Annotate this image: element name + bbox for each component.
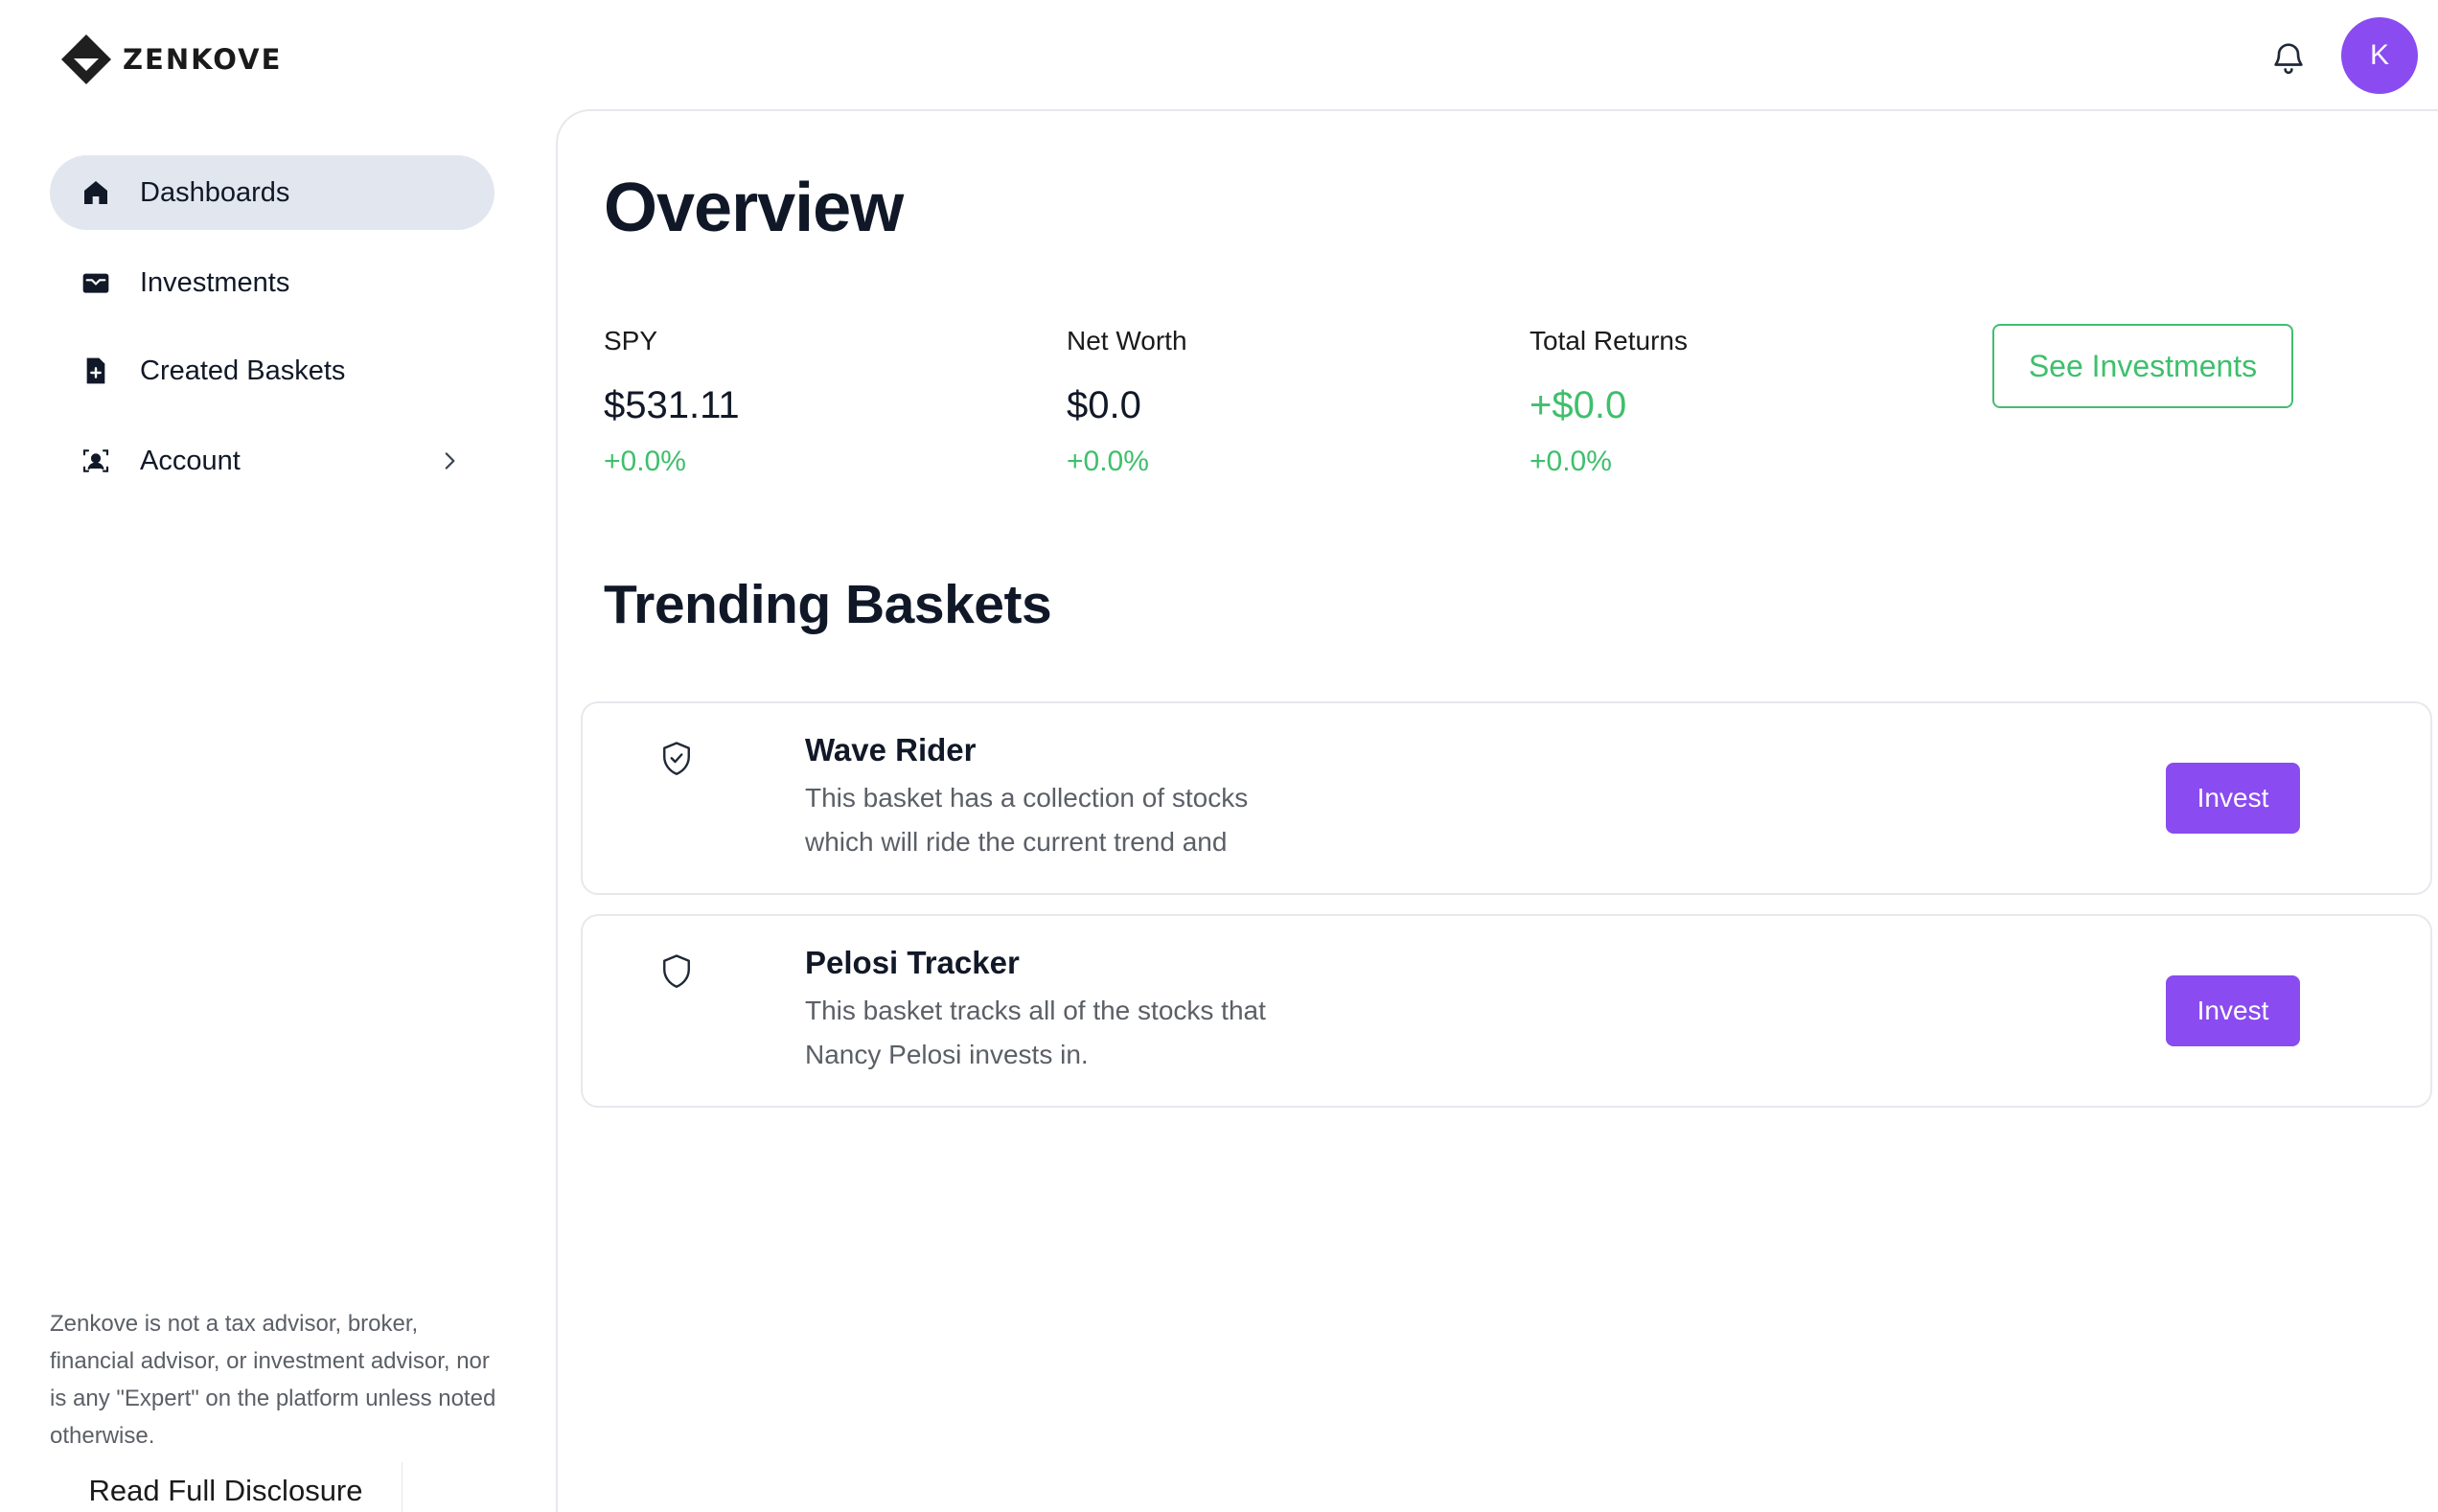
- basket-description-line: Nancy Pelosi invests in.: [805, 1040, 1089, 1069]
- stat-change: +0.0%: [604, 446, 686, 477]
- brand-name: ZENKOVE: [123, 43, 283, 76]
- basket-card-wave-rider[interactable]: Wave Rider This basket has a collection …: [581, 701, 2432, 895]
- stat-change: +0.0%: [1530, 446, 1612, 477]
- basket-description-line: This basket tracks all of the stocks tha…: [805, 996, 1266, 1025]
- notifications-button[interactable]: [2269, 38, 2308, 77]
- invest-button[interactable]: Invest: [2166, 763, 2300, 834]
- stat-net-worth: Net Worth $0.0 +0.0%: [1067, 322, 1469, 481]
- chevron-right-icon: [437, 448, 462, 473]
- basket-title: Pelosi Tracker: [805, 945, 1020, 980]
- stat-label: Total Returns: [1530, 326, 1688, 355]
- page-title: Overview: [604, 170, 904, 246]
- shield-check-icon: [659, 740, 694, 778]
- brand-logo[interactable]: ZENKOVE: [59, 33, 282, 86]
- basket-description-line: which will ride the current trend and: [805, 827, 1228, 857]
- stat-value: $531.11: [604, 384, 740, 426]
- shield-icon: [659, 952, 694, 991]
- sidebar-item-label: Investments: [140, 266, 290, 298]
- stat-spy: SPY $531.11 +0.0%: [604, 322, 1006, 481]
- invest-button[interactable]: Invest: [2166, 975, 2300, 1046]
- zenkove-logo-icon: [59, 33, 113, 86]
- stat-change: +0.0%: [1067, 446, 1149, 477]
- sidebar-item-investments[interactable]: Investments: [50, 245, 494, 320]
- stat-value: +$0.0: [1530, 384, 1627, 426]
- stat-label: Net Worth: [1067, 326, 1187, 355]
- sidebar-item-label: Created Baskets: [140, 355, 346, 386]
- stat-total-returns: Total Returns +$0.0 +0.0%: [1530, 322, 1932, 481]
- read-disclosure-button[interactable]: Read Full Disclosure: [50, 1462, 402, 1512]
- basket-title: Wave Rider: [805, 732, 977, 767]
- user-card-icon: [79, 444, 113, 478]
- user-avatar[interactable]: K: [2341, 17, 2418, 94]
- app-root: ZENKOVE K Dashboards Investments Created…: [0, 0, 2438, 1512]
- file-plus-icon: [79, 354, 113, 388]
- sidebar-item-created-baskets[interactable]: Created Baskets: [50, 333, 494, 408]
- home-icon: [79, 175, 113, 210]
- see-investments-button[interactable]: See Investments: [1992, 324, 2293, 408]
- basket-description-line: This basket has a collection of stocks: [805, 783, 1249, 813]
- sidebar-item-account[interactable]: Account: [50, 424, 494, 498]
- section-title-trending: Trending Baskets: [604, 574, 1052, 635]
- wallet-icon: [79, 265, 113, 300]
- sidebar-item-label: Account: [140, 445, 241, 476]
- basket-description: This basket has a collection of stocks w…: [805, 776, 1342, 864]
- sidebar-item-dashboards[interactable]: Dashboards: [50, 155, 494, 230]
- sidebar-item-label: Dashboards: [140, 176, 290, 208]
- legal-disclaimer: Zenkove is not a tax advisor, broker, fi…: [50, 1311, 496, 1449]
- stat-value: $0.0: [1067, 384, 1141, 426]
- basket-description: This basket tracks all of the stocks tha…: [805, 989, 1342, 1077]
- bell-icon: [2269, 38, 2308, 77]
- basket-card-pelosi-tracker[interactable]: Pelosi Tracker This basket tracks all of…: [581, 914, 2432, 1108]
- stat-label: SPY: [604, 326, 658, 355]
